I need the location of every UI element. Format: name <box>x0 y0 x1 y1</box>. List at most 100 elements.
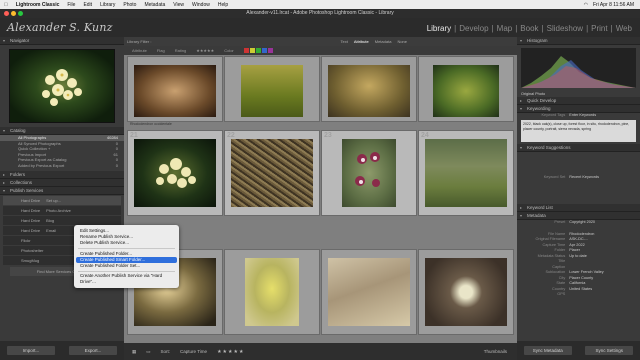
sync-settings-button[interactable]: Sync Settings <box>585 346 634 355</box>
keyword-tags-row[interactable]: Keyword Tags Enter Keywords <box>517 113 640 119</box>
menu-metadata[interactable]: Metadata <box>144 2 165 8</box>
grid-cell[interactable] <box>418 56 514 122</box>
grid-view-icon[interactable]: ▦ <box>132 349 136 355</box>
grid-cell[interactable] <box>321 249 417 335</box>
metadata-value[interactable]: Rhododendron <box>569 232 594 236</box>
filter-tab-attribute[interactable]: Attribute <box>354 39 369 44</box>
module-print[interactable]: Print <box>591 24 607 33</box>
import-button[interactable]: Import... <box>7 346 55 355</box>
rating-stars-toolbar[interactable]: ★★★★★ <box>217 349 244 355</box>
identity-plate[interactable]: Alexander S. Kunz <box>7 21 113 34</box>
close-window-icon[interactable] <box>4 11 9 16</box>
menu-item-delete-publish-service[interactable]: Delete Publish Service... <box>74 240 179 246</box>
right-panel-buttons: Sync Metadata Sync Settings <box>517 341 640 360</box>
keyword-list-header[interactable]: Keyword List <box>517 203 640 212</box>
publish-service-hard-drive[interactable]: Hard Drive Set up... <box>3 196 121 205</box>
catalog-row-label: Added by Previous Export <box>18 162 65 168</box>
rating-stars[interactable]: ★★★★★ <box>196 48 214 53</box>
filter-tab-metadata[interactable]: Metadata <box>375 39 392 44</box>
rating-filter[interactable]: Rating <box>175 48 187 53</box>
metadata-header[interactable]: Metadata <box>517 211 640 220</box>
metadata-value[interactable]: Apr 2022 <box>569 243 584 247</box>
menu-item-create-published-folder-set[interactable]: Create Published Folder Set... <box>74 263 179 269</box>
metadata-value[interactable]: Placer County <box>569 276 593 280</box>
grid-cell[interactable] <box>321 56 417 122</box>
color-filter[interactable]: Color <box>224 48 234 53</box>
sort-label: Sort: <box>160 349 171 354</box>
grid-cell-selected[interactable]: 21 <box>127 130 223 216</box>
menu-view[interactable]: View <box>173 2 184 8</box>
metadata-field[interactable]: GPS <box>517 292 640 298</box>
menu-file[interactable]: File <box>67 2 75 8</box>
filter-tab-text[interactable]: Text <box>341 39 348 44</box>
module-develop[interactable]: Develop <box>459 24 488 33</box>
minimize-window-icon[interactable] <box>11 11 16 16</box>
service-name: Hard Drive <box>21 208 41 213</box>
keywording-header[interactable]: Keywording <box>517 104 640 113</box>
export-button[interactable]: Export... <box>69 346 117 355</box>
preset-label: Preset <box>554 220 566 225</box>
navigator-preview[interactable] <box>9 49 115 123</box>
quick-develop-header[interactable]: Quick Develop <box>517 96 640 105</box>
metadata-label: Metadata <box>527 212 546 218</box>
menu-help[interactable]: Help <box>218 2 228 8</box>
menu-library[interactable]: Library <box>100 2 115 8</box>
photo-thumbnail <box>245 258 299 326</box>
sort-select[interactable]: Capture Time <box>180 349 207 354</box>
keyword-set-select[interactable]: Recent Keywords <box>569 175 599 179</box>
grid-cell[interactable] <box>224 56 320 122</box>
folders-header[interactable]: Folders <box>0 171 124 179</box>
module-library[interactable]: Library <box>427 24 451 33</box>
module-book[interactable]: Book <box>520 24 538 33</box>
metadata-value[interactable]: Up to date <box>569 254 587 258</box>
menu-photo[interactable]: Photo <box>123 2 136 8</box>
catalog-row[interactable]: Added by Previous Export 0 <box>0 163 124 169</box>
metadata-value[interactable]: California <box>569 281 585 285</box>
grid-cell[interactable]: 23 <box>321 130 417 216</box>
color-swatches[interactable] <box>243 47 274 54</box>
sync-metadata-button[interactable]: Sync Metadata <box>523 346 572 355</box>
module-separator: | <box>541 24 544 33</box>
keyword-suggestions-header[interactable]: Keyword Suggestions <box>517 144 640 152</box>
menu-item-create-published-folder[interactable]: Create Published Folder... <box>74 251 179 257</box>
collections-header[interactable]: Collections <box>0 179 124 187</box>
apple-icon[interactable]:  <box>4 2 8 8</box>
menu-window[interactable]: Window <box>192 2 210 8</box>
service-sub: Set up... <box>46 198 62 203</box>
menu-separator <box>78 270 175 272</box>
grid-cell[interactable]: 24 <box>418 130 514 216</box>
menu-edit[interactable]: Edit <box>83 2 92 8</box>
module-map[interactable]: Map <box>497 24 513 33</box>
histogram-header[interactable]: Histogram <box>517 37 640 45</box>
grid-cell[interactable]: 22 <box>224 130 320 216</box>
keyword-tags-select[interactable]: Enter Keywords <box>569 113 596 117</box>
catalog-header[interactable]: Catalog <box>0 127 124 135</box>
photo-thumbnail <box>231 139 313 207</box>
grid-cell[interactable] <box>127 56 223 122</box>
grid-cell[interactable] <box>224 249 320 335</box>
filter-tab-none[interactable]: None <box>397 39 407 44</box>
clock[interactable]: Fri Apr 8 11:56 AM <box>593 2 634 8</box>
preset-select[interactable]: Copyright 2020 <box>569 220 595 224</box>
publish-services-header[interactable]: Publish Services <box>0 187 124 195</box>
metadata-value[interactable]: United States <box>569 287 592 291</box>
menu-item-create-another-publish-service[interactable]: Create Another Publish Service via "Hard… <box>74 273 179 284</box>
keyword-text-field[interactable]: 2022, black oak(s), close up, forest flo… <box>521 120 636 142</box>
wifi-icon[interactable]: ◠ <box>584 2 588 8</box>
navigator-header[interactable]: Navigator <box>0 37 124 45</box>
service-sub: Photo Archive <box>46 208 71 213</box>
metadata-value[interactable]: ASK-DC-... <box>569 237 588 241</box>
module-slideshow[interactable]: Slideshow <box>547 24 583 33</box>
metadata-key: Country <box>552 286 566 291</box>
metadata-value[interactable]: Lower French Valley <box>569 270 603 274</box>
flag-filter[interactable]: Flag <box>157 48 165 53</box>
module-web[interactable]: Web <box>616 24 632 33</box>
zoom-window-icon[interactable] <box>18 11 23 16</box>
publish-service-hard-drive[interactable]: Hard Drive Photo Archive <box>3 206 121 215</box>
menu-app[interactable]: Lightroom Classic <box>16 2 60 8</box>
metadata-value[interactable]: Placer <box>569 248 580 252</box>
grid-cell[interactable] <box>418 249 514 335</box>
publish-service-hard-drive[interactable]: Hard Drive Blog <box>3 216 121 225</box>
loupe-view-icon[interactable]: ▭ <box>146 349 150 355</box>
keyword-suggestions-grid <box>517 152 640 174</box>
